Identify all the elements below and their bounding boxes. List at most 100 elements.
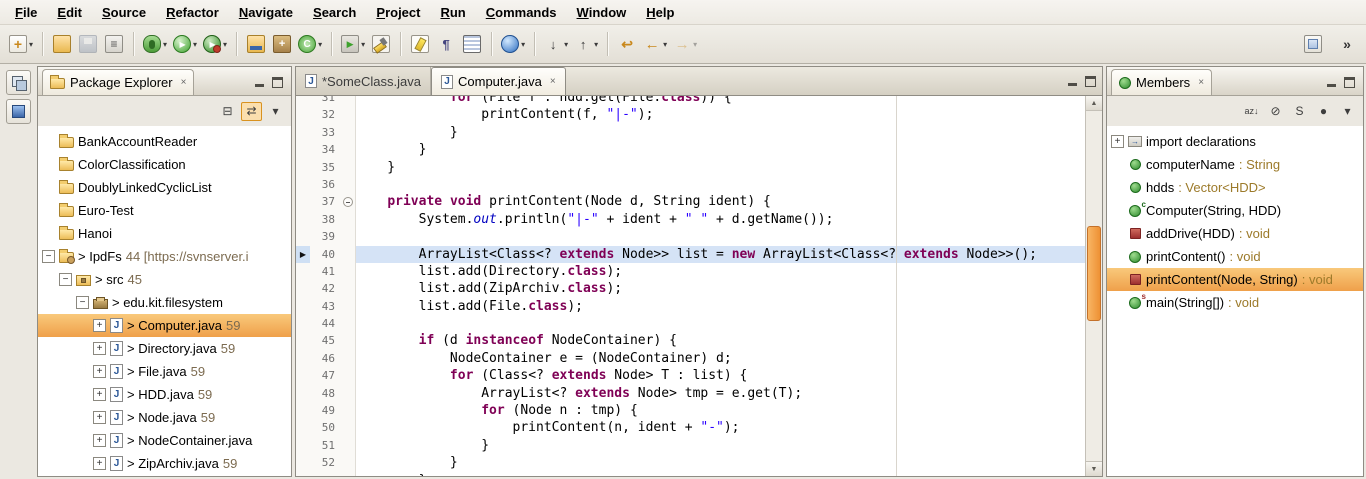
collapse-all-button[interactable]: ⊟ — [217, 102, 238, 121]
dropdown-arrow-icon[interactable]: ▾ — [318, 40, 322, 49]
tree-item-hdd-java[interactable]: +J> HDD.java59 — [38, 383, 291, 406]
members-tab[interactable]: Members × — [1111, 69, 1212, 95]
tree-item-ziparchiv-java[interactable]: +J> ZipArchiv.java59 — [38, 452, 291, 475]
code-line-35[interactable]: 35 } — [296, 159, 1085, 176]
menu-file[interactable]: File — [6, 2, 46, 23]
code-line-49[interactable]: 49 for (Node n : tmp) { — [296, 402, 1085, 419]
folding-ruler[interactable] — [340, 124, 356, 141]
folding-ruler[interactable] — [340, 211, 356, 228]
debug-button[interactable]: ▾ — [140, 30, 170, 58]
dropdown-arrow-icon[interactable]: ▾ — [663, 40, 667, 49]
editor-scrollbar[interactable]: ▲ ▼ — [1085, 96, 1102, 476]
menu-search[interactable]: Search — [304, 2, 365, 23]
folding-ruler[interactable] — [340, 280, 356, 297]
code-line-53[interactable]: 53 } — [296, 472, 1085, 476]
line-number[interactable]: 46 — [310, 350, 340, 367]
annotation-ruler[interactable] — [296, 176, 310, 193]
close-view-icon[interactable]: × — [1198, 77, 1204, 88]
code-line-46[interactable]: 46 NodeContainer e = (NodeContainer) d; — [296, 350, 1085, 367]
plus-expander-icon[interactable]: + — [93, 388, 106, 401]
menu-navigate[interactable]: Navigate — [230, 2, 302, 23]
code-line-40[interactable]: ▶40 ArrayList<Class<? extends Node>> lis… — [296, 246, 1085, 263]
annotation-ruler[interactable] — [296, 454, 310, 471]
menu-source[interactable]: Source — [93, 2, 155, 23]
package-explorer-tab[interactable]: Package Explorer × — [42, 69, 194, 95]
folding-ruler[interactable] — [340, 454, 356, 471]
code-line-38[interactable]: 38 System.out.println("|-" + ident + " "… — [296, 211, 1085, 228]
folding-ruler[interactable] — [340, 437, 356, 454]
member-item-adddrive-hdd[interactable]: addDrive(HDD): void — [1107, 222, 1363, 245]
folding-ruler[interactable] — [340, 385, 356, 402]
new-java-project-button[interactable] — [243, 30, 269, 58]
code-line-41[interactable]: 41 list.add(Directory.class); — [296, 263, 1085, 280]
tree-item-nodecontainer-java[interactable]: +J> NodeContainer.java — [38, 429, 291, 452]
member-item-printcontent-node-string[interactable]: printContent(Node, String): void — [1107, 268, 1363, 291]
dropdown-arrow-icon[interactable]: ▾ — [163, 40, 167, 49]
view-menu-button[interactable]: ▾ — [265, 102, 286, 121]
previous-annotation-button[interactable]: ▾ — [571, 30, 601, 58]
code-line-37[interactable]: 37 private void printContent(Node d, Str… — [296, 193, 1085, 210]
menu-commands[interactable]: Commands — [477, 2, 566, 23]
annotation-ruler[interactable] — [296, 472, 310, 476]
code-line-39[interactable]: 39 — [296, 228, 1085, 245]
line-number[interactable]: 32 — [310, 106, 340, 123]
new-package-button[interactable] — [269, 30, 295, 58]
plus-expander-icon[interactable]: + — [93, 319, 106, 332]
minimize-button[interactable] — [1326, 77, 1337, 88]
hide-fields-button[interactable]: ⊘ — [1265, 102, 1286, 121]
folding-ruler[interactable] — [340, 402, 356, 419]
annotation-ruler[interactable] — [296, 106, 310, 123]
line-number[interactable]: 49 — [310, 402, 340, 419]
minus-expander-icon[interactable]: − — [42, 250, 55, 263]
plus-expander-icon[interactable]: + — [1111, 135, 1124, 148]
folding-ruler[interactable] — [340, 298, 356, 315]
annotation-ruler[interactable] — [296, 315, 310, 332]
folding-ruler[interactable] — [340, 419, 356, 436]
dropdown-arrow-icon[interactable]: ▾ — [223, 40, 227, 49]
dropdown-arrow-icon[interactable]: ▾ — [564, 40, 568, 49]
sort-button[interactable]: az↓ — [1241, 102, 1262, 121]
external-tools-button[interactable]: ▾ — [338, 30, 368, 58]
hide-non-public-button[interactable]: ● — [1313, 102, 1334, 121]
line-number[interactable]: 43 — [310, 298, 340, 315]
code-line-33[interactable]: 33 } — [296, 124, 1085, 141]
tree-item-doublylinkedcycliclist[interactable]: DoublyLinkedCyclicList — [38, 176, 291, 199]
web-browser-button[interactable]: ▾ — [498, 30, 528, 58]
line-number[interactable]: 52 — [310, 454, 340, 471]
plus-expander-icon[interactable]: + — [93, 365, 106, 378]
folding-ruler[interactable] — [340, 159, 356, 176]
annotation-ruler[interactable] — [296, 298, 310, 315]
tree-item-file-java[interactable]: +J> File.java59 — [38, 360, 291, 383]
plus-expander-icon[interactable]: + — [93, 434, 106, 447]
code-line-42[interactable]: 42 list.add(ZipArchiv.class); — [296, 280, 1085, 297]
line-number[interactable]: 36 — [310, 176, 340, 193]
annotation-ruler[interactable] — [296, 437, 310, 454]
member-item-computer-string-hdd[interactable]: cComputer(String, HDD) — [1107, 199, 1363, 222]
line-number[interactable]: 38 — [310, 211, 340, 228]
folding-ruler[interactable] — [340, 315, 356, 332]
java-perspective-button[interactable] — [1300, 30, 1326, 58]
line-number[interactable]: 48 — [310, 385, 340, 402]
line-number[interactable]: 47 — [310, 367, 340, 384]
line-number[interactable]: 39 — [310, 228, 340, 245]
code-line-50[interactable]: 50 printContent(n, ident + "-"); — [296, 419, 1085, 436]
dropdown-arrow-icon[interactable]: ▾ — [29, 40, 33, 49]
code-line-45[interactable]: 45 if (d instanceof NodeContainer) { — [296, 332, 1085, 349]
line-number[interactable]: 51 — [310, 437, 340, 454]
tree-item-src[interactable]: −> src45 — [38, 268, 291, 291]
plus-expander-icon[interactable]: + — [93, 457, 106, 470]
mark-occurrences-button[interactable] — [407, 30, 433, 58]
minus-expander-icon[interactable]: − — [59, 273, 72, 286]
member-item-import-declarations[interactable]: +import declarations — [1107, 130, 1363, 153]
maximize-button[interactable] — [1085, 76, 1096, 87]
folding-ruler[interactable] — [340, 246, 356, 263]
tree-item-colorclassification[interactable]: ColorClassification — [38, 153, 291, 176]
forward-button[interactable]: ▾ — [670, 30, 700, 58]
line-number[interactable]: 34 — [310, 141, 340, 158]
next-annotation-button[interactable]: ▾ — [541, 30, 571, 58]
plus-expander-icon[interactable]: + — [93, 411, 106, 424]
annotation-ruler[interactable] — [296, 385, 310, 402]
annotation-ruler[interactable] — [296, 228, 310, 245]
line-number[interactable]: 42 — [310, 280, 340, 297]
tree-item-node-java[interactable]: +J> Node.java59 — [38, 406, 291, 429]
